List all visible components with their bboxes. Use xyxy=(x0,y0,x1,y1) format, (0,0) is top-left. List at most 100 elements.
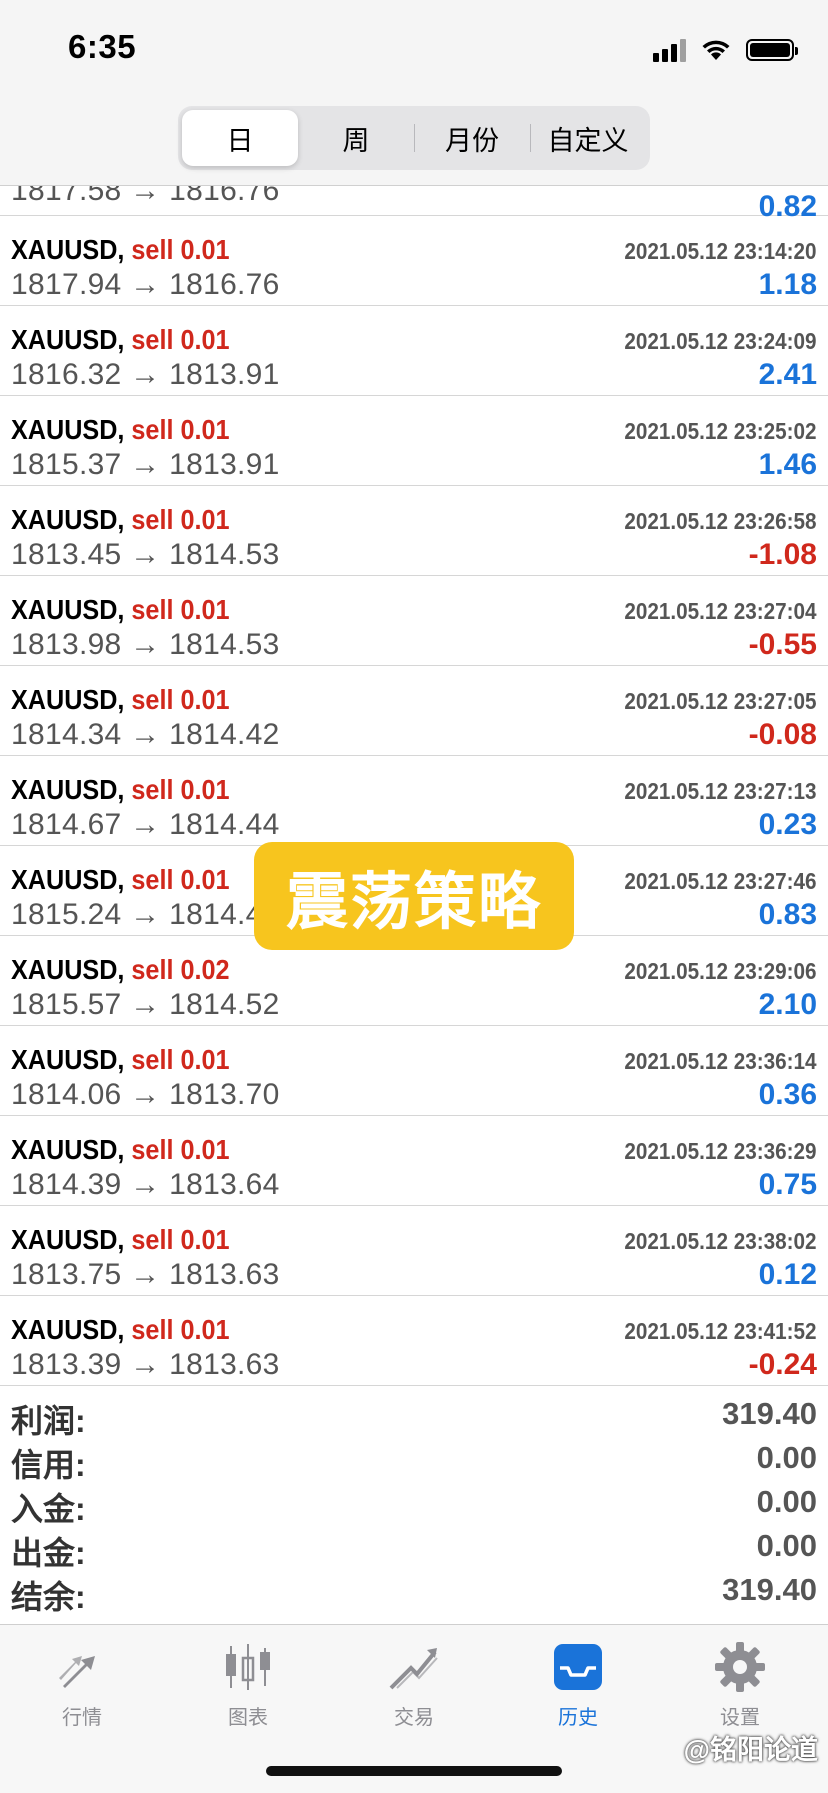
trade-direction: sell xyxy=(131,684,174,715)
trade-datetime: 2021.05.12 23:14:20 xyxy=(624,238,817,264)
list-item[interactable]: XAUUSD, sell 0.01 2021.05.12 23:25:02 1815… xyxy=(0,396,828,486)
trade-profit: 1.46 xyxy=(758,448,817,481)
trade-datetime: 2021.05.12 23:29:06 xyxy=(624,958,817,984)
tab-day[interactable]: 日 xyxy=(182,110,298,166)
trade-history-list: 1817.58 → 1816.76 0.82 XAUUSD, sell 0.01… xyxy=(0,138,828,1386)
list-item[interactable]: XAUUSD, sell 0.01 2021.05.12 23:26:58 1813… xyxy=(0,486,828,576)
trade-volume: 0.01 xyxy=(180,1134,230,1165)
trade-datetime: 2021.05.12 23:24:09 xyxy=(624,328,817,354)
summary-value: 319.40 xyxy=(722,1572,817,1607)
trade-chart-icon xyxy=(386,1639,442,1695)
list-item[interactable]: XAUUSD, sell 0.01 2021.05.12 23:38:02 1813… xyxy=(0,1206,828,1296)
summary-value: 0.00 xyxy=(756,1484,817,1519)
trade-symbol-line: XAUUSD, sell 0.01 xyxy=(11,1134,230,1166)
tab-settings[interactable]: 设置 xyxy=(680,1639,800,1730)
tab-quotes[interactable]: 行情 xyxy=(22,1639,142,1730)
separator: , xyxy=(117,1314,132,1345)
separator: , xyxy=(117,954,132,985)
trade-symbol: XAUUSD xyxy=(11,684,118,715)
list-item[interactable]: XAUUSD, sell 0.01 2021.05.12 23:24:09 1816… xyxy=(0,306,828,396)
trade-profit: 1.18 xyxy=(758,268,817,301)
status-icons xyxy=(653,34,798,66)
trade-volume: 0.01 xyxy=(180,234,230,265)
trade-direction: sell xyxy=(131,1224,174,1255)
trade-symbol-line: XAUUSD, sell 0.01 xyxy=(11,324,230,356)
list-item[interactable]: XAUUSD, sell 0.01 2021.05.12 23:27:04 1813… xyxy=(0,576,828,666)
tab-week[interactable]: 周 xyxy=(298,110,414,166)
summary-label: 结余: xyxy=(11,1579,86,1615)
trade-profit: 0.23 xyxy=(758,808,817,841)
trade-volume: 0.01 xyxy=(180,414,230,445)
summary-label: 出金: xyxy=(11,1535,86,1571)
tab-month[interactable]: 月份 xyxy=(414,110,530,166)
separator: , xyxy=(117,504,132,535)
tab-trade[interactable]: 交易 xyxy=(354,1639,474,1730)
trade-symbol-line: XAUUSD, sell 0.01 xyxy=(11,684,230,716)
header: 6:35 日 周 月份 自定义 xyxy=(0,0,828,186)
summary-deposit: 入金: 0.00 xyxy=(0,1482,828,1527)
trade-symbol-line: XAUUSD, sell 0.01 xyxy=(11,504,230,536)
separator: , xyxy=(117,414,132,445)
list-item[interactable]: XAUUSD, sell 0.01 2021.05.12 23:36:29 1814… xyxy=(0,1116,828,1206)
trade-symbol: XAUUSD xyxy=(11,864,118,895)
trade-symbol-line: XAUUSD, sell 0.01 xyxy=(11,864,230,896)
overlay-label: 震荡策略 xyxy=(285,868,542,937)
trade-datetime: 2021.05.12 23:27:05 xyxy=(624,688,817,714)
trade-datetime: 2021.05.12 23:27:04 xyxy=(624,598,817,624)
trade-datetime: 2021.05.12 23:36:14 xyxy=(624,1048,817,1074)
trade-symbol-line: XAUUSD, sell 0.01 xyxy=(11,414,230,446)
strategy-overlay-badge: 震荡策略 xyxy=(254,842,574,950)
trade-prices: 1813.75 → 1813.63 xyxy=(11,1258,280,1291)
summary-value: 0.00 xyxy=(756,1440,817,1475)
list-item[interactable]: XAUUSD, sell 0.01 2021.05.12 23:27:05 1814… xyxy=(0,666,828,756)
trade-profit: 0.36 xyxy=(758,1078,817,1111)
tab-label: 图表 xyxy=(228,1707,268,1729)
trade-profit: -0.24 xyxy=(748,1348,817,1381)
summary-balance: 结余: 319.40 xyxy=(0,1570,828,1615)
list-item[interactable]: XAUUSD, sell 0.01 2021.05.12 23:27:13 1814… xyxy=(0,756,828,846)
trade-prices: 1817.94 → 1816.76 xyxy=(11,268,280,301)
summary-label: 入金: xyxy=(11,1491,86,1527)
trade-symbol-line: XAUUSD, sell 0.02 xyxy=(11,954,230,986)
list-item[interactable]: XAUUSD, sell 0.01 2021.05.12 23:14:20 1817… xyxy=(0,216,828,306)
trade-profit: -1.08 xyxy=(748,538,817,571)
separator: , xyxy=(117,594,132,625)
tab-custom[interactable]: 自定义 xyxy=(530,110,646,166)
separator: , xyxy=(117,684,132,715)
trade-symbol: XAUUSD xyxy=(11,1134,118,1165)
trade-direction: sell xyxy=(131,1314,174,1345)
trade-symbol-line: XAUUSD, sell 0.01 xyxy=(11,594,230,626)
trade-volume: 0.01 xyxy=(180,774,230,805)
separator: , xyxy=(117,1044,132,1075)
home-indicator[interactable] xyxy=(266,1766,562,1776)
summary-withdrawal: 出金: 0.00 xyxy=(0,1526,828,1571)
tab-charts[interactable]: 图表 xyxy=(188,1639,308,1730)
trade-profit: 0.75 xyxy=(758,1168,817,1201)
tab-history[interactable]: 历史 xyxy=(518,1639,638,1730)
list-item[interactable]: XAUUSD, sell 0.01 2021.05.12 23:36:14 1814… xyxy=(0,1026,828,1116)
trade-symbol: XAUUSD xyxy=(11,1224,118,1255)
trade-symbol-line: XAUUSD, sell 0.01 xyxy=(11,1314,230,1346)
watermark: @铭阳论道 xyxy=(683,1735,818,1765)
trade-direction: sell xyxy=(131,594,174,625)
trade-prices: 1814.06 → 1813.70 xyxy=(11,1078,280,1111)
account-summary: 利润: 319.40 信用: 0.00 入金: 0.00 出金: 0.00 结余… xyxy=(0,1394,828,1615)
trade-symbol-line: XAUUSD, sell 0.01 xyxy=(11,234,230,266)
trade-symbol: XAUUSD xyxy=(11,1314,118,1345)
summary-value: 319.40 xyxy=(722,1396,817,1431)
separator: , xyxy=(117,1134,132,1165)
trade-symbol: XAUUSD xyxy=(11,774,118,805)
gear-icon xyxy=(712,1639,768,1695)
summary-profit: 利润: 319.40 xyxy=(0,1394,828,1439)
trade-profit: -0.08 xyxy=(748,718,817,751)
trade-prices: 1815.24 → 1814.41 xyxy=(11,898,280,931)
trade-datetime: 2021.05.12 23:41:52 xyxy=(624,1318,817,1344)
trade-direction: sell xyxy=(131,774,174,805)
list-item[interactable]: XAUUSD, sell 0.01 2021.05.12 23:41:52 1813… xyxy=(0,1296,828,1386)
trade-prices: 1814.34 → 1814.42 xyxy=(11,718,280,751)
trade-prices: 1814.67 → 1814.44 xyxy=(11,808,280,841)
trade-datetime: 2021.05.12 23:38:02 xyxy=(624,1228,817,1254)
trade-symbol-line: XAUUSD, sell 0.01 xyxy=(11,1044,230,1076)
trade-symbol-line: XAUUSD, sell 0.01 xyxy=(11,774,230,806)
trade-profit: 0.12 xyxy=(758,1258,817,1291)
